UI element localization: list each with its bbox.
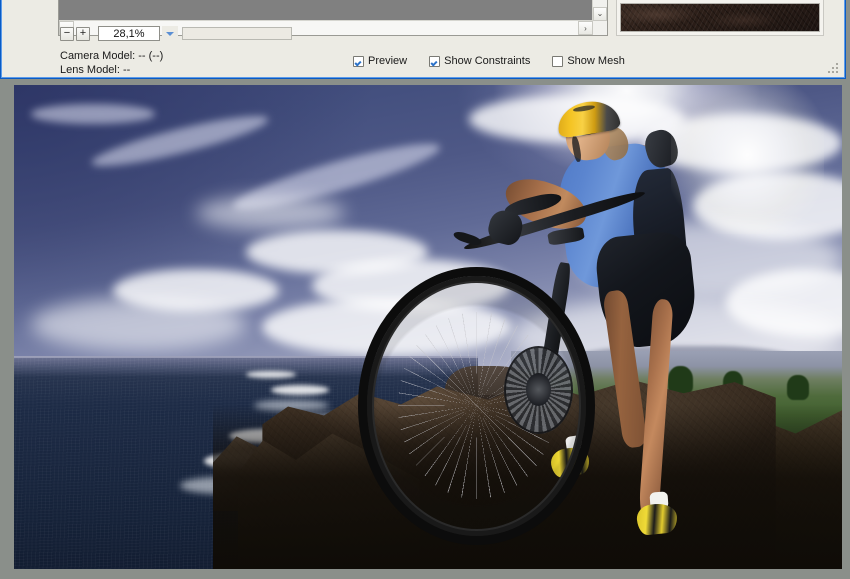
zoom-level-value[interactable]: 28,1% (98, 26, 160, 41)
camera-lens-info: Camera Model: -- (--) Lens Model: -- (60, 49, 163, 77)
surf-foam (270, 385, 329, 395)
scrollbar-corner (593, 21, 607, 35)
zoom-in-button[interactable]: + (76, 26, 90, 41)
zoom-controls[interactable]: − + 28,1% (60, 25, 306, 42)
cloud (196, 196, 346, 231)
checkbox-show-constraints-box[interactable] (429, 55, 441, 67)
zoom-out-button[interactable]: − (60, 26, 74, 41)
vertical-scrollbar[interactable]: ⌄ (592, 0, 607, 21)
sun-flare (671, 85, 825, 235)
resize-grip-icon[interactable] (828, 63, 838, 73)
photograph-image (14, 85, 842, 569)
zoom-slider[interactable] (182, 27, 292, 40)
checkbox-show-constraints-label: Show Constraints (444, 55, 531, 67)
checkbox-show-mesh-label: Show Mesh (567, 55, 625, 67)
viewport-right-edge (842, 82, 850, 579)
photograph-viewport (0, 82, 850, 579)
scroll-right-arrow-icon[interactable]: › (578, 21, 593, 35)
cloud (30, 104, 155, 124)
view-options-group: Preview Show Constraints Show Mesh (353, 55, 625, 67)
viewport-left-edge (0, 82, 14, 579)
checkbox-show-mesh-box[interactable] (552, 55, 564, 67)
chevron-down-icon (166, 31, 174, 36)
checkbox-show-mesh[interactable]: Show Mesh (552, 55, 625, 67)
dialog-content: ⌄ ‹ › − + 28,1% Camera Model: -- (-- (3, 0, 843, 77)
checkbox-show-constraints[interactable]: Show Constraints (429, 55, 530, 67)
cycling-shoe (635, 501, 679, 536)
checkbox-preview-label: Preview (368, 55, 408, 67)
cloud (30, 297, 246, 352)
wheel-hub (525, 373, 552, 406)
preview-canvas[interactable] (59, 0, 593, 21)
cyclist-with-bicycle (358, 85, 825, 560)
checkbox-preview[interactable]: Preview (353, 55, 407, 67)
lens-model-label: Lens Model: -- (60, 64, 131, 76)
scroll-down-arrow-icon[interactable]: ⌄ (593, 7, 607, 21)
checkbox-preview-box[interactable] (353, 55, 364, 67)
surf-foam (245, 370, 296, 379)
thumbnail-image (620, 3, 820, 32)
thumbnail-preview-panel[interactable] (616, 0, 824, 36)
lens-correction-dialog: ⌄ ‹ › − + 28,1% Camera Model: -- (-- (0, 0, 846, 79)
zoom-dropdown-button[interactable] (162, 26, 178, 41)
viewport-bottom-edge (0, 569, 850, 579)
camera-model-label: Camera Model: -- (--) (60, 50, 164, 62)
